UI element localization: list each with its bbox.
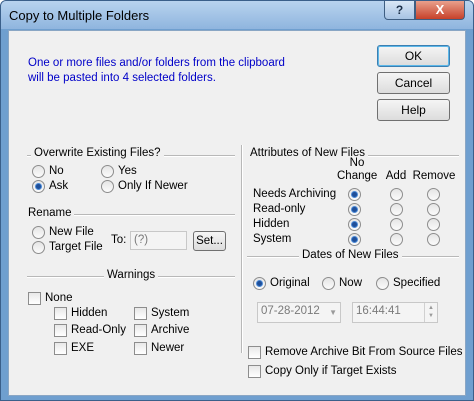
rename-target-file-radio[interactable] <box>32 241 45 254</box>
attributes-col-remove: Remove <box>412 170 456 182</box>
attr-hidden-add-radio[interactable] <box>390 218 403 231</box>
help-button[interactable]: Help <box>377 99 450 121</box>
attr-system-no-change-radio[interactable] <box>348 233 361 246</box>
warnings-system-label: System <box>151 307 190 319</box>
chevron-down-icon[interactable]: ▼ <box>329 308 337 317</box>
rename-to-label: To: <box>111 234 127 246</box>
attr-needs-archiving-remove-radio[interactable] <box>427 188 440 201</box>
attr-row-system-label: System <box>253 233 292 245</box>
warnings-none-label: None <box>45 292 73 304</box>
rename-to-field[interactable]: (?) <box>130 231 187 250</box>
attr-row-needs-archiving-label: Needs Archiving <box>253 188 337 200</box>
warnings-read-only-label: Read-Only <box>71 324 126 336</box>
attr-needs-archiving-add-radio[interactable] <box>390 188 403 201</box>
attr-hidden-no-change-radio[interactable] <box>348 218 361 231</box>
time-spinner[interactable]: ▲ ▼ <box>424 303 437 322</box>
rename-target-file-label: Target File <box>49 241 103 253</box>
column-separator <box>241 145 243 353</box>
warnings-newer-label: Newer <box>151 342 185 354</box>
warnings-none-checkbox[interactable] <box>28 292 41 305</box>
attributes-col-add: Add <box>385 170 407 182</box>
warnings-exe-label: EXE <box>71 342 95 354</box>
spin-up-icon[interactable]: ▲ <box>428 305 434 311</box>
dialog-window: Copy to Multiple Folders ? X One or more… <box>0 0 474 401</box>
attr-hidden-remove-radio[interactable] <box>427 218 440 231</box>
dates-group-title: Dates of New Files <box>299 249 402 261</box>
overwrite-no-label: No <box>49 165 64 177</box>
overwrite-ask-label: Ask <box>49 180 69 192</box>
rename-group-title: Rename <box>25 207 75 219</box>
dialog-client-area: One or more files and/or folders from th… <box>8 30 466 396</box>
overwrite-group-title: Overwrite Existing Files? <box>31 147 164 159</box>
warnings-archive-checkbox[interactable] <box>134 324 147 337</box>
attr-read-only-add-radio[interactable] <box>390 203 403 216</box>
copy-only-if-target-exists-label: Copy Only if Target Exists <box>265 365 397 377</box>
info-message: One or more files and/or folders from th… <box>28 56 285 86</box>
attr-system-add-radio[interactable] <box>390 233 403 246</box>
title-bar[interactable]: Copy to Multiple Folders ? X <box>1 1 473 29</box>
overwrite-only-if-newer-radio[interactable] <box>101 180 114 193</box>
remove-archive-bit-checkbox[interactable] <box>248 346 261 359</box>
dates-original-label: Original <box>270 277 310 289</box>
warnings-exe-checkbox[interactable] <box>54 342 67 355</box>
attr-read-only-remove-radio[interactable] <box>427 203 440 216</box>
rename-new-file-label: New File <box>49 226 94 238</box>
time-value: 16:44:41 <box>356 305 401 317</box>
attributes-col-no-change: No Change <box>337 157 377 183</box>
copy-only-if-target-exists-checkbox[interactable] <box>248 365 261 378</box>
rename-new-file-radio[interactable] <box>32 226 45 239</box>
attr-row-hidden-label: Hidden <box>253 218 290 230</box>
overwrite-ask-radio[interactable] <box>32 180 45 193</box>
attributes-col-no-change-line-2: Change <box>337 170 378 182</box>
spin-down-icon[interactable]: ▼ <box>428 313 434 319</box>
dates-original-radio[interactable] <box>253 277 266 290</box>
warnings-system-checkbox[interactable] <box>134 307 147 320</box>
info-message-line-1: One or more files and/or folders from th… <box>28 57 285 69</box>
attributes-col-no-change-line-1: No <box>349 157 365 169</box>
warnings-archive-label: Archive <box>151 324 190 336</box>
cancel-button[interactable]: Cancel <box>377 72 450 94</box>
attr-read-only-no-change-radio[interactable] <box>348 203 361 216</box>
attr-row-read-only-label: Read-only <box>253 203 306 215</box>
dates-specified-radio[interactable] <box>376 277 389 290</box>
overwrite-no-radio[interactable] <box>32 165 45 178</box>
attr-system-remove-radio[interactable] <box>427 233 440 246</box>
info-message-line-2: will be pasted into 4 selected folders. <box>28 72 216 84</box>
date-picker[interactable]: 07-28-2012 ▼ <box>257 302 341 323</box>
date-value: 07-28-2012 <box>261 305 320 317</box>
warnings-hidden-checkbox[interactable] <box>54 307 67 320</box>
time-field[interactable]: 16:44:41 ▲ ▼ <box>352 302 438 323</box>
warnings-group-title: Warnings <box>104 269 159 281</box>
dates-now-label: Now <box>339 277 363 289</box>
window-title: Copy to Multiple Folders <box>9 8 150 23</box>
dates-now-radio[interactable] <box>322 277 335 290</box>
dates-specified-label: Specified <box>393 277 441 289</box>
title-close-button[interactable]: X <box>415 1 465 20</box>
remove-archive-bit-label: Remove Archive Bit From Source Files <box>265 346 463 358</box>
overwrite-yes-radio[interactable] <box>101 165 114 178</box>
title-help-button[interactable]: ? <box>384 1 415 20</box>
warnings-hidden-label: Hidden <box>71 307 108 319</box>
overwrite-yes-label: Yes <box>118 165 137 177</box>
ok-button[interactable]: OK <box>377 45 450 67</box>
overwrite-only-if-newer-label: Only If Newer <box>118 180 188 192</box>
warnings-newer-checkbox[interactable] <box>134 342 147 355</box>
warnings-read-only-checkbox[interactable] <box>54 324 67 337</box>
attr-needs-archiving-no-change-radio[interactable] <box>348 188 361 201</box>
rename-set-button[interactable]: Set... <box>193 231 226 251</box>
